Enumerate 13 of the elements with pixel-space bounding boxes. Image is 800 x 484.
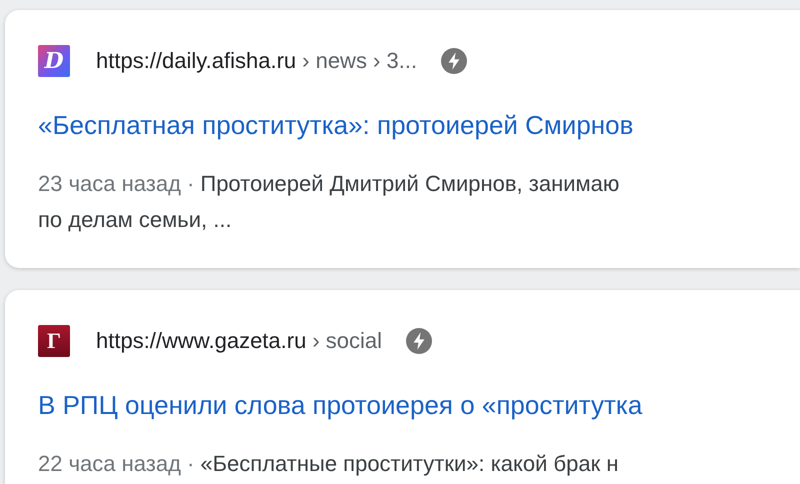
result-snippet: Протоиерей Дмитрий Смирнов, занимаю — [200, 170, 620, 198]
result-snippet: по делам семьи, ... — [38, 206, 232, 234]
result-url: https://daily.afisha.ru — [96, 48, 296, 74]
url-breadcrumb: › news › 3... — [302, 48, 418, 74]
site-favicon: Г — [38, 325, 70, 357]
url-breadcrumb: › social — [312, 328, 382, 354]
result-snippet: «Бесплатные проститутки»: какой брак н — [200, 450, 619, 478]
result-title-link[interactable]: «Бесплатная проститутка»: протоиерей Смирнов — [38, 108, 634, 142]
result-date: 22 часа назад · — [38, 450, 194, 478]
result-date: 23 часа назад · — [38, 170, 194, 198]
result-title-link[interactable]: В РПЦ оценили слова протоиерея о «проститутка — [38, 388, 642, 422]
site-favicon: D — [38, 45, 70, 77]
result-url: https://www.gazeta.ru — [96, 328, 306, 354]
